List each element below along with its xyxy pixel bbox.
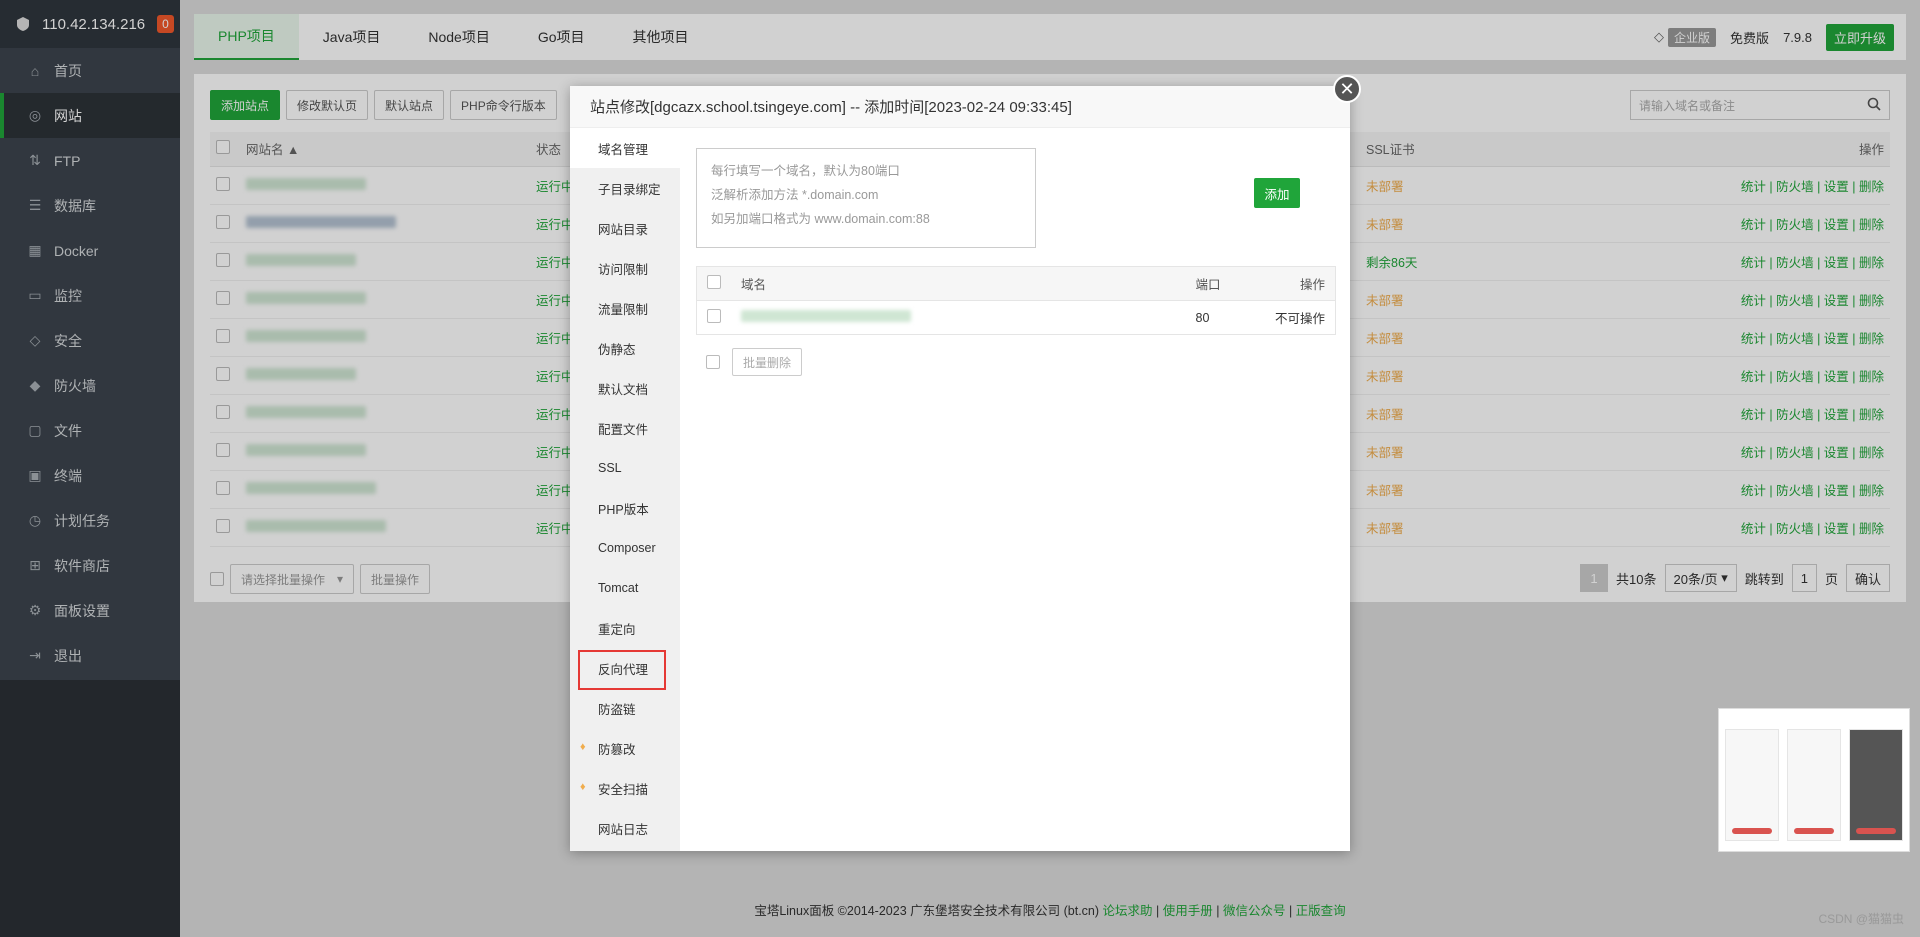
modal-nav: 域名管理 子目录绑定 网站目录 访问限制 流量限制 伪静态 默认文档 配置文件 …: [570, 128, 680, 851]
blurred-domain: [741, 310, 911, 322]
gem-icon: ♦: [580, 781, 586, 793]
nav-config-file[interactable]: 配置文件: [570, 408, 680, 448]
nav-reverse-proxy[interactable]: 反向代理: [570, 648, 680, 690]
nav-php-version[interactable]: PHP版本: [570, 488, 680, 528]
nav-access-limit[interactable]: 访问限制: [570, 248, 680, 288]
modal-close-button[interactable]: ✕: [1333, 75, 1361, 103]
screenshot-thumbnail[interactable]: [1718, 708, 1910, 852]
thumb-phone-1: [1725, 729, 1779, 841]
nav-hotlink[interactable]: 防盗链: [570, 688, 680, 728]
nav-tomcat[interactable]: Tomcat: [570, 568, 680, 608]
nav-site-dir[interactable]: 网站目录: [570, 208, 680, 248]
nav-security-scan[interactable]: ♦ 安全扫描: [570, 768, 680, 808]
batch-delete-button[interactable]: 批量删除: [732, 348, 803, 376]
col-domain: 域名: [731, 266, 1186, 301]
site-edit-modal: 站点修改[dgcazx.school.tsingeye.com] -- 添加时间…: [570, 86, 1350, 851]
table-row: 80 不可操作: [697, 301, 1336, 335]
nav-redirect[interactable]: 重定向: [570, 608, 680, 648]
thumb-phone-3: [1849, 729, 1903, 841]
textarea-hint-1: 每行填写一个域名，默认为80端口: [711, 164, 900, 178]
nav-traffic-limit[interactable]: 流量限制: [570, 288, 680, 328]
watermark: CSDN @猫猫虫: [1818, 912, 1904, 926]
domain-select-all-checkbox[interactable]: [707, 275, 721, 289]
domain-table-header: 域名 端口 操作: [696, 266, 1336, 301]
nav-composer[interactable]: Composer: [570, 528, 680, 568]
domain-textarea[interactable]: 每行填写一个域名，默认为80端口 泛解析添加方法 *.domain.com 如另…: [696, 148, 1036, 248]
thumb-phone-2: [1787, 729, 1841, 841]
gem-icon: ♦: [580, 741, 586, 753]
nav-ssl[interactable]: SSL: [570, 448, 680, 488]
nav-default-doc[interactable]: 默认文档: [570, 368, 680, 408]
nav-site-log[interactable]: 网站日志: [570, 808, 680, 848]
nav-tamper-proof[interactable]: ♦ 防篡改: [570, 728, 680, 768]
domain-batch-row: 批量删除: [706, 348, 803, 376]
modal-body: 每行填写一个域名，默认为80端口 泛解析添加方法 *.domain.com 如另…: [680, 128, 1350, 851]
row-checkbox[interactable]: [707, 309, 721, 323]
col-domain-ops: 操作: [1255, 266, 1336, 301]
modal-title: 站点修改[dgcazx.school.tsingeye.com] -- 添加时间…: [570, 86, 1350, 128]
nav-domain-manage[interactable]: 域名管理: [570, 128, 680, 168]
nav-rewrite[interactable]: 伪静态: [570, 328, 680, 368]
domain-table: 域名 端口 操作 80 不可操作: [696, 266, 1336, 335]
row-port: 80: [1195, 310, 1210, 325]
add-domain-button[interactable]: 添加: [1254, 178, 1300, 208]
row-op: 不可操作: [1274, 312, 1325, 326]
textarea-hint-2: 泛解析添加方法 *.domain.com: [711, 188, 879, 202]
col-port: 端口: [1185, 266, 1256, 301]
domain-batch-checkbox[interactable]: [706, 355, 720, 369]
textarea-hint-3: 如另加端口格式为 www.domain.com:88: [711, 212, 930, 226]
nav-subdir-bind[interactable]: 子目录绑定: [570, 168, 680, 208]
